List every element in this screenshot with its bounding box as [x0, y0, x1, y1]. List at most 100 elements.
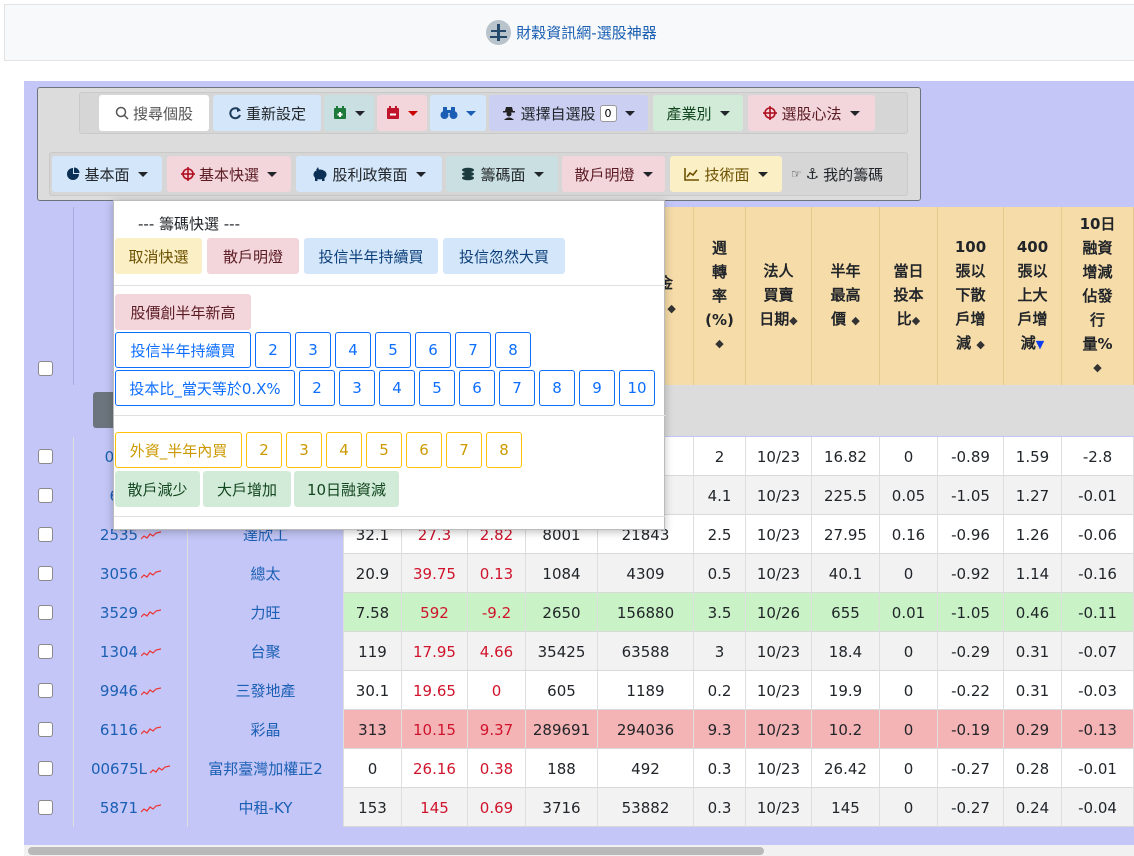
- header-large-holders[interactable]: 400 張以 上大 戶增 減▼: [1004, 207, 1062, 385]
- sparkline-icon[interactable]: [141, 530, 162, 540]
- industry-dropdown[interactable]: 產業別: [653, 95, 743, 131]
- row-checkbox[interactable]: [38, 605, 53, 620]
- stock-code-link[interactable]: 9946: [100, 682, 138, 700]
- trust-half-year-button[interactable]: 投信半年持續買: [304, 238, 438, 274]
- trust-sudden-buy-button[interactable]: 投信忽然大買: [443, 238, 565, 274]
- retail-decrease-button[interactable]: 散戶減少: [115, 471, 200, 507]
- stock-name-link[interactable]: 中租-KY: [188, 788, 344, 827]
- trust_nums-option-button[interactable]: 8: [495, 332, 531, 368]
- my-chips-button[interactable]: ☞ ⚓ 我的籌碼: [784, 156, 890, 192]
- header-half-high[interactable]: 半年 最高 價 ◆: [812, 207, 880, 385]
- foreign_nums-option-button[interactable]: 6: [406, 432, 442, 468]
- header-inst-date[interactable]: 法人 買賣 日期◆: [746, 207, 812, 385]
- trust_nums-option-button[interactable]: 6: [415, 332, 451, 368]
- header-trust-ratio[interactable]: 當日 投本 比◆: [880, 207, 938, 385]
- watchlist-dropdown[interactable]: 選擇自選股 0: [489, 95, 648, 131]
- row-checkbox[interactable]: [38, 488, 53, 503]
- stock-name-link[interactable]: 台聚: [188, 632, 344, 671]
- foreign_nums-option-button[interactable]: 3: [286, 432, 322, 468]
- foreign_nums-option-button[interactable]: 8: [486, 432, 522, 468]
- header-small-holders[interactable]: 100 張以 下散 戶增 減 ◆: [938, 207, 1004, 385]
- header-margin[interactable]: 10日 融資 增減 佔發 行 量% ◆: [1062, 207, 1134, 385]
- row-checkbox[interactable]: [38, 761, 53, 776]
- row-checkbox[interactable]: [38, 722, 53, 737]
- stock-code-link[interactable]: 6116: [100, 721, 138, 739]
- sort-icon: ◆: [715, 337, 724, 350]
- foreign_nums-option-button[interactable]: 7: [446, 432, 482, 468]
- trust-ratio-label-button[interactable]: 投本比_當天等於0.X%: [115, 370, 295, 406]
- row-checkbox[interactable]: [38, 644, 53, 659]
- ratio_nums-option-button[interactable]: 9: [579, 370, 615, 406]
- row-checkbox[interactable]: [38, 800, 53, 815]
- retail-dropdown[interactable]: 散戶明燈: [562, 156, 665, 192]
- trust_nums-option-button[interactable]: 5: [375, 332, 411, 368]
- ratio_nums-option-button[interactable]: 10: [619, 370, 655, 406]
- method-dropdown[interactable]: 選股心法: [748, 95, 875, 131]
- stock-name-link[interactable]: 力旺: [188, 593, 344, 632]
- stock-code-link[interactable]: 00675L: [91, 760, 147, 778]
- ratio_nums-option-button[interactable]: 5: [419, 370, 455, 406]
- foreign_nums-option-button[interactable]: 5: [366, 432, 402, 468]
- cell-ratio: 0: [880, 788, 938, 827]
- cancel-quick-button[interactable]: 取消快選: [115, 238, 202, 274]
- large-increase-button[interactable]: 大戶增加: [203, 471, 291, 507]
- table-row[interactable]: 3056 總太 20.9 39.75 0.13 1084 4309 0.5 10/23 40.1 0…: [24, 554, 1134, 593]
- stock-name-link[interactable]: 總太: [188, 554, 344, 593]
- stock-code-link[interactable]: 1304: [100, 643, 138, 661]
- stock-name-link[interactable]: 彩晶: [188, 710, 344, 749]
- margin-decrease-button[interactable]: 10日融資減: [294, 471, 399, 507]
- half-year-high-button[interactable]: 股價創半年新高: [115, 294, 251, 330]
- table-row[interactable]: 00675L 富邦臺灣加權正2 0 26.16 0.38 188 492 0.3 10/23 26…: [24, 749, 1134, 788]
- table-row[interactable]: 1304 台聚 119 17.95 4.66 35425 63588 3 10/23 18.4 0-…: [24, 632, 1134, 671]
- fundamental-dropdown[interactable]: 基本面: [52, 156, 162, 192]
- sparkline-icon[interactable]: [141, 608, 162, 618]
- horizontal-scrollbar-thumb[interactable]: [28, 847, 764, 855]
- foreign_nums-option-button[interactable]: 2: [246, 432, 282, 468]
- trust_nums-option-button[interactable]: 7: [455, 332, 491, 368]
- foreign-buy-label-button[interactable]: 外資_半年內買: [115, 432, 242, 468]
- sparkline-icon[interactable]: [141, 569, 162, 579]
- stock-name-link[interactable]: 三發地產: [188, 671, 344, 710]
- ratio_nums-option-button[interactable]: 3: [339, 370, 375, 406]
- row-checkbox[interactable]: [38, 683, 53, 698]
- trust-buy-label-button[interactable]: 投信半年持續買: [115, 332, 251, 368]
- quick-basic-dropdown[interactable]: 基本快選: [167, 156, 291, 192]
- ratio_nums-option-button[interactable]: 2: [299, 370, 335, 406]
- sparkline-icon[interactable]: [141, 725, 162, 735]
- calendar-plus-dropdown[interactable]: [324, 95, 374, 131]
- search-stock-button[interactable]: 搜尋個股: [99, 95, 209, 131]
- stock-name-link[interactable]: 富邦臺灣加權正2: [188, 749, 344, 788]
- table-row[interactable]: 9946 三發地產 30.1 19.65 0 605 1189 0.2 10/23 19.9 0 -0…: [24, 671, 1134, 710]
- sparkline-icon[interactable]: [150, 764, 171, 774]
- ratio_nums-option-button[interactable]: 7: [499, 370, 535, 406]
- select-all-checkbox[interactable]: [38, 361, 53, 376]
- sparkline-icon[interactable]: [141, 803, 162, 813]
- header-turnover[interactable]: 週 轉 率 (%) ◆: [694, 207, 746, 385]
- sparkline-icon[interactable]: [141, 686, 162, 696]
- chips-dropdown[interactable]: 籌碼面: [446, 156, 558, 192]
- trust_nums-option-button[interactable]: 3: [295, 332, 331, 368]
- stock-code-link[interactable]: 3529: [100, 604, 138, 622]
- trust_nums-option-button[interactable]: 2: [255, 332, 291, 368]
- ratio_nums-option-button[interactable]: 4: [379, 370, 415, 406]
- brand[interactable]: 財穀資訊網-選股神器: [486, 20, 657, 45]
- row-checkbox[interactable]: [38, 449, 53, 464]
- row-checkbox[interactable]: [38, 527, 53, 542]
- technical-dropdown[interactable]: 技術面: [670, 156, 782, 192]
- table-row[interactable]: 3529 力旺 7.58 592 -9.2 2650 156880 3.5 10/26 655 0.…: [24, 593, 1134, 632]
- stock-code-link[interactable]: 3056: [100, 565, 138, 583]
- reset-button[interactable]: 重新設定: [213, 95, 321, 131]
- stock-code-link[interactable]: 5871: [100, 799, 138, 817]
- foreign_nums-option-button[interactable]: 4: [326, 432, 362, 468]
- table-row[interactable]: 5871 中租-KY 153 145 0.69 3716 53882 0.3 10/23 145 0…: [24, 788, 1134, 827]
- sparkline-icon[interactable]: [141, 647, 162, 657]
- table-row[interactable]: 6116 彩晶 313 10.15 9.37 289691 294036 9.3 10/23 10…: [24, 710, 1134, 749]
- ratio_nums-option-button[interactable]: 6: [459, 370, 495, 406]
- retail-light-button[interactable]: 散戶明燈: [207, 238, 299, 274]
- dividend-dropdown[interactable]: 股利政策面: [296, 156, 442, 192]
- row-checkbox[interactable]: [38, 566, 53, 581]
- ratio_nums-option-button[interactable]: 8: [539, 370, 575, 406]
- trust_nums-option-button[interactable]: 4: [335, 332, 371, 368]
- binoculars-dropdown[interactable]: [430, 95, 486, 131]
- calendar-minus-dropdown[interactable]: [377, 95, 427, 131]
